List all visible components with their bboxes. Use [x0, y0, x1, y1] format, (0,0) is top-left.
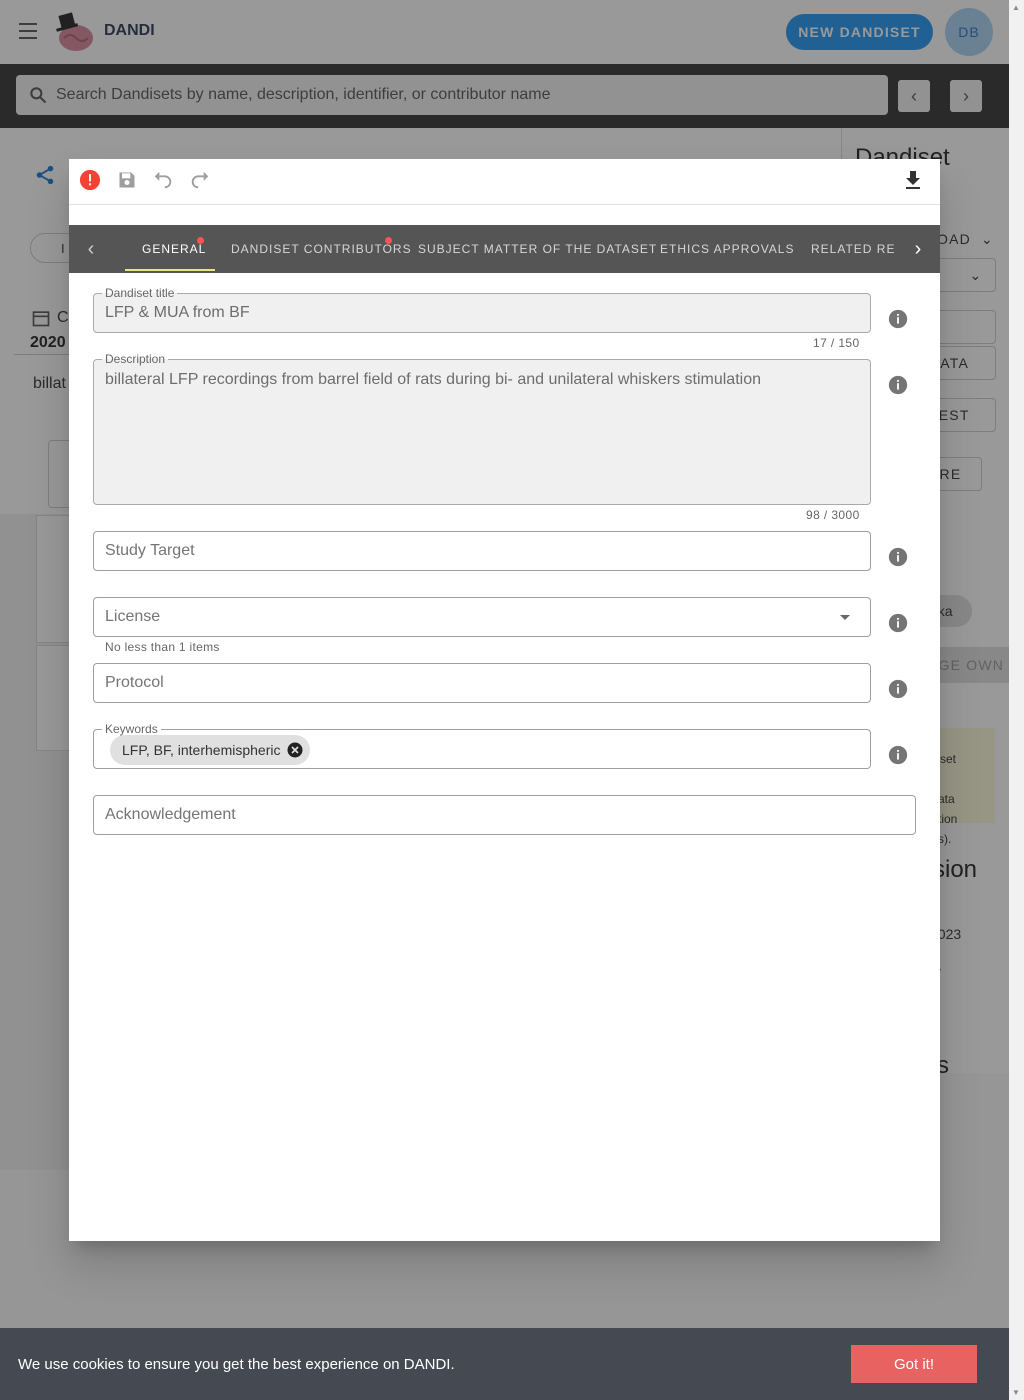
study-target-placeholder: Study Target	[105, 542, 195, 559]
error-icon[interactable]	[77, 167, 103, 193]
info-icon[interactable]	[887, 612, 909, 634]
cookie-banner: We use cookies to ensure you get the bes…	[0, 1328, 1009, 1400]
tabs-prev-button[interactable]: ‹	[69, 225, 113, 273]
license-hint: No less than 1 items	[105, 640, 220, 654]
metadata-editor-dialog: GENERAL DANDISET CONTRIBUTORS SUBJECT MA…	[69, 159, 940, 1241]
dropdown-arrow-icon	[840, 615, 850, 620]
save-icon[interactable]	[114, 167, 140, 193]
description-value: billateral LFP recordings from barrel fi…	[105, 371, 761, 388]
license-placeholder: License	[105, 608, 161, 625]
protocol-placeholder: Protocol	[105, 674, 164, 691]
tab-subject-matter-label: SUBJECT MATTER OF THE DATASET	[418, 242, 658, 256]
tab-contributors-error-dot	[385, 237, 392, 244]
protocol-field[interactable]: Protocol	[93, 663, 871, 703]
editor-toolbar	[69, 159, 940, 205]
page-scrollbar[interactable]: ▲ ▼	[1009, 0, 1024, 1400]
tab-contributors-label: DANDISET CONTRIBUTORS	[231, 242, 412, 256]
tab-general-label: GENERAL	[142, 242, 207, 256]
active-tab-indicator	[125, 269, 215, 271]
tab-ethics-approvals[interactable]: ETHICS APPROVALS	[660, 225, 794, 273]
editor-tabs: GENERAL DANDISET CONTRIBUTORS SUBJECT MA…	[69, 225, 940, 273]
cookie-message: We use cookies to ensure you get the bes…	[18, 1356, 455, 1373]
acknowledgement-field[interactable]: Acknowledgement	[93, 795, 916, 835]
chevron-right-icon: ›	[914, 237, 922, 260]
dandiset-title-value: LFP & MUA from BF	[105, 304, 250, 321]
chip-remove-icon[interactable]	[286, 741, 304, 759]
chevron-left-icon: ‹	[87, 237, 95, 260]
keyword-chip: LFP, BF, interhemispheric	[110, 735, 311, 765]
tabs-next-button[interactable]: ›	[896, 225, 940, 273]
description-char-counter: 98 / 3000	[806, 508, 860, 522]
dandiset-title-field[interactable]: Dandiset title LFP & MUA from BF	[93, 286, 871, 333]
tab-subject-matter[interactable]: SUBJECT MATTER OF THE DATASET	[418, 225, 657, 273]
keywords-label: Keywords	[102, 722, 161, 736]
download-icon[interactable]	[900, 167, 926, 193]
info-icon[interactable]	[887, 744, 909, 766]
info-icon[interactable]	[887, 678, 909, 700]
tab-general-error-dot	[197, 237, 204, 244]
acknowledgement-placeholder: Acknowledgement	[105, 806, 236, 823]
title-char-counter: 17 / 150	[813, 336, 860, 350]
info-icon[interactable]	[887, 374, 909, 396]
scroll-up-icon[interactable]: ▲	[1012, 3, 1020, 12]
license-select[interactable]: License	[93, 597, 871, 637]
undo-icon[interactable]	[150, 167, 176, 193]
dandiset-title-label: Dandiset title	[102, 286, 178, 300]
tab-ethics-label: ETHICS APPROVALS	[660, 242, 795, 256]
info-icon[interactable]	[887, 308, 909, 330]
keyword-chip-label: LFP, BF, interhemispheric	[122, 742, 281, 758]
cookie-accept-button[interactable]: Got it!	[851, 1345, 977, 1383]
scroll-down-icon[interactable]: ▼	[1012, 1388, 1020, 1397]
tab-dandiset-contributors[interactable]: DANDISET CONTRIBUTORS	[231, 225, 412, 273]
description-field[interactable]: Description billateral LFP recordings fr…	[93, 352, 871, 505]
tab-general[interactable]: GENERAL	[142, 225, 206, 273]
keywords-field[interactable]: Keywords LFP, BF, interhemispheric	[93, 722, 871, 769]
redo-icon[interactable]	[187, 167, 213, 193]
description-label: Description	[102, 352, 169, 366]
study-target-field[interactable]: Study Target	[93, 531, 871, 571]
info-icon[interactable]	[887, 546, 909, 568]
